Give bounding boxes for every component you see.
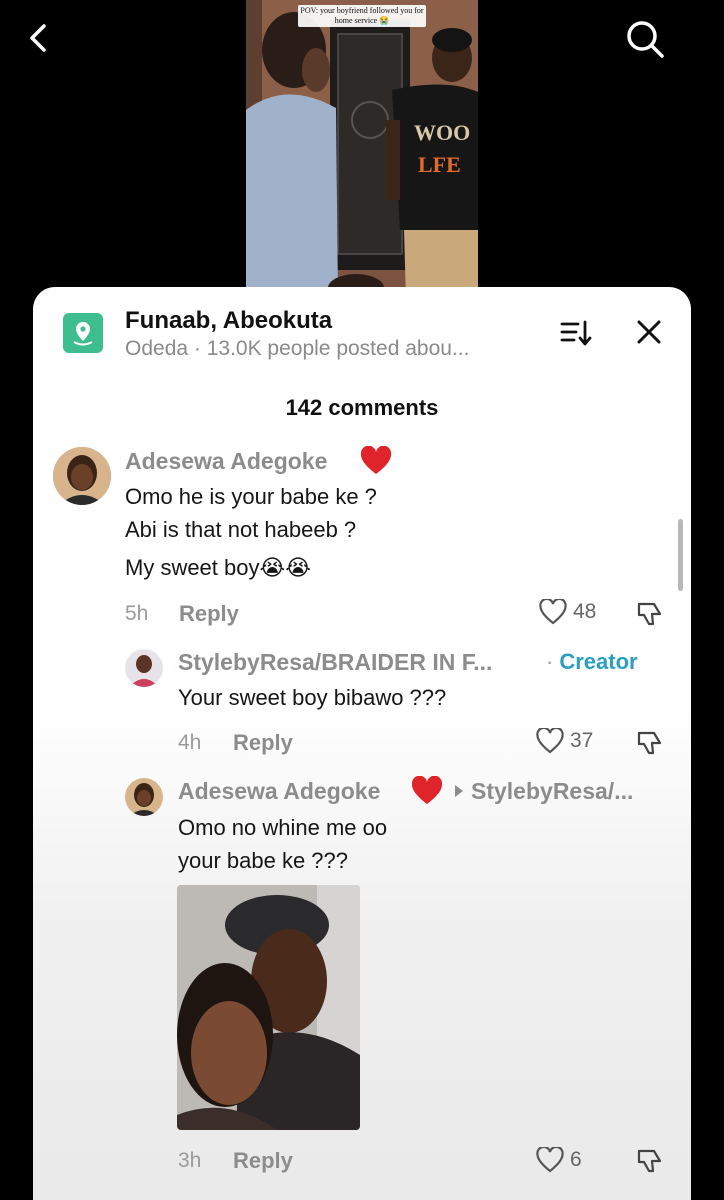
video-thumbnail[interactable]: WOO LFE POV: your boyfriend followed you…: [246, 0, 478, 300]
couple-selfie-image: [177, 885, 360, 1130]
heart-outline-icon: [536, 728, 564, 754]
avatar[interactable]: [53, 447, 111, 505]
like-button[interactable]: 37: [536, 728, 593, 754]
like-button[interactable]: 48: [539, 599, 596, 625]
comment-line: Abi is that not habeeb ?: [125, 517, 357, 542]
comment-line: your babe ke ???: [178, 848, 349, 873]
heart-outline-icon: [539, 599, 567, 625]
video-scene-image: WOO LFE: [246, 0, 478, 300]
comment-time: 4h: [178, 731, 202, 754]
dislike-icon[interactable]: [636, 729, 664, 757]
like-count: 37: [570, 729, 594, 752]
comment-username[interactable]: StylebyResa/BRAIDER IN F...: [178, 649, 492, 676]
comment-username[interactable]: Adesewa Adegoke: [178, 778, 380, 805]
comment-username[interactable]: Adesewa Adegoke: [125, 448, 327, 475]
comment-photo[interactable]: [177, 885, 360, 1130]
sort-icon[interactable]: [560, 319, 592, 347]
location-icon: [63, 313, 103, 353]
avatar[interactable]: [125, 778, 163, 816]
back-arrow-icon[interactable]: [22, 20, 58, 56]
creator-label: Creator: [559, 649, 638, 674]
close-icon[interactable]: [636, 319, 662, 345]
reply-arrow-icon: [455, 785, 463, 797]
avatar[interactable]: [125, 649, 163, 687]
video-area: WOO LFE POV: your boyfriend followed you…: [0, 0, 724, 300]
comment-time: 3h: [178, 1149, 202, 1172]
like-button[interactable]: 6: [536, 1147, 582, 1173]
red-heart-icon: [360, 446, 392, 474]
reply-to-username[interactable]: StylebyResa/...: [471, 778, 633, 805]
like-count: 48: [573, 600, 597, 623]
heart-outline-icon: [536, 1147, 564, 1173]
svg-text:WOO: WOO: [414, 120, 470, 145]
location-subtitle: Odeda · 13.0K people posted abou...: [125, 337, 470, 360]
red-heart-icon: [411, 776, 443, 804]
dislike-icon[interactable]: [636, 600, 664, 628]
dislike-icon[interactable]: [636, 1147, 664, 1175]
reply-button[interactable]: Reply: [179, 601, 239, 627]
comment-line: Your sweet boy bibawo ???: [178, 685, 447, 710]
comment-line: Omo no whine me oo: [178, 815, 388, 840]
reply-button[interactable]: Reply: [233, 730, 293, 756]
comments-count: 142 comments: [285, 395, 439, 420]
video-caption: POV: your boyfriend followed you for hom…: [298, 5, 426, 27]
creator-badge: · Creator: [546, 649, 638, 674]
comment-line: My sweet boy😭😭: [125, 555, 311, 580]
comment-time: 5h: [125, 602, 149, 625]
scrollbar-thumb[interactable]: [678, 519, 683, 591]
svg-text:LFE: LFE: [418, 152, 461, 177]
comment-line: Omo he is your babe ke ?: [125, 484, 377, 509]
search-icon[interactable]: [624, 18, 666, 60]
reply-button[interactable]: Reply: [233, 1148, 293, 1174]
like-count: 6: [570, 1148, 582, 1171]
comments-sheet: Funaab, Abeokuta Odeda · 13.0K people po…: [33, 287, 691, 1200]
location-title[interactable]: Funaab, Abeokuta: [125, 307, 332, 335]
